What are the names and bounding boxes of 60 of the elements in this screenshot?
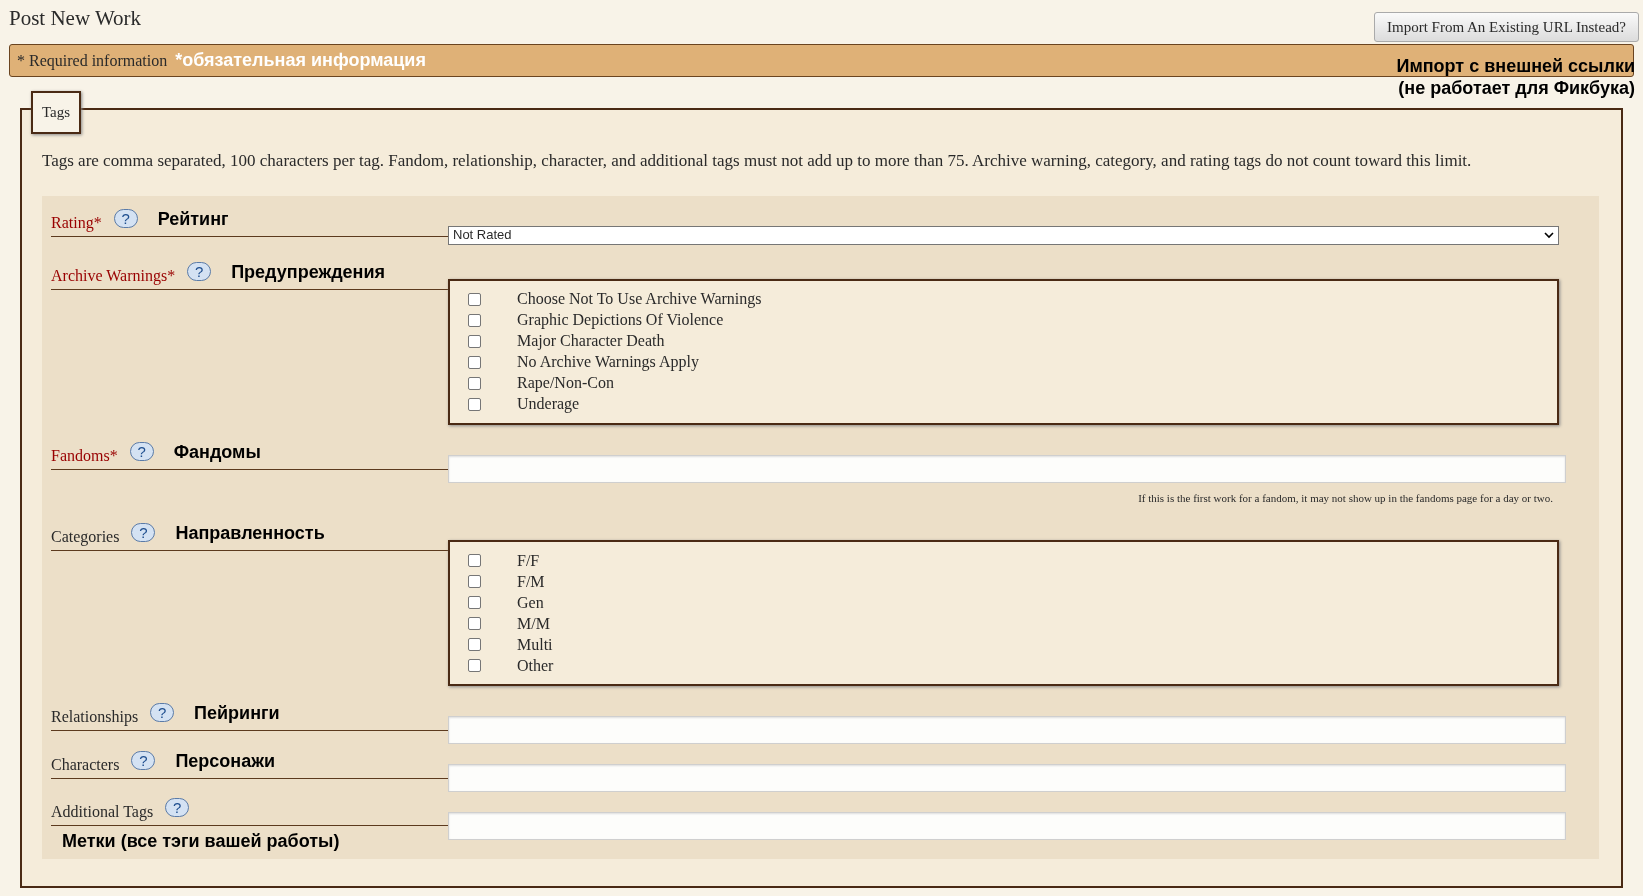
field-annotation: Пейринги — [194, 702, 280, 725]
checkbox-label: F/F — [517, 550, 540, 571]
help-button[interactable]: ? — [131, 523, 156, 542]
checkbox-label: Multi — [517, 634, 553, 655]
checkbox-label: Choose Not To Use Archive Warnings — [517, 289, 762, 310]
checkbox-label: Underage — [517, 394, 580, 415]
field-label: Archive Warnings* — [51, 265, 176, 287]
checkbox[interactable] — [468, 355, 481, 369]
field-annotation: Персонажи — [175, 750, 276, 773]
field-annotation: Рейтинг — [157, 207, 229, 231]
tag-input[interactable] — [448, 716, 1566, 744]
rating-select[interactable]: Not Rated — [448, 225, 1559, 245]
field-annotation: Направленность — [175, 522, 325, 545]
tag-input[interactable] — [448, 764, 1566, 792]
field-label: Characters — [51, 755, 120, 775]
field-annotation: Предупреждения — [231, 260, 386, 284]
field-annotation: Фандомы — [173, 440, 261, 464]
checkbox-label: M/M — [517, 613, 550, 634]
checkbox[interactable] — [468, 617, 481, 630]
checkbox-label: Major Character Death — [517, 331, 665, 352]
help-button[interactable]: ? — [150, 703, 175, 722]
checkbox[interactable] — [468, 659, 481, 672]
checkbox[interactable] — [468, 376, 481, 390]
field-label: Categories — [51, 527, 120, 548]
field-label: Relationships — [51, 707, 139, 728]
checkbox-label: Graphic Depictions Of Violence — [517, 310, 724, 331]
checkbox-label: No Archive Warnings Apply — [517, 352, 699, 373]
checkbox-label: Gen — [517, 592, 544, 613]
checkbox-label: F/M — [517, 571, 545, 592]
checkbox-label: Rape/Non-Con — [517, 373, 614, 394]
field-label: Rating* — [51, 212, 102, 234]
checkbox[interactable] — [468, 554, 481, 567]
checkbox[interactable] — [468, 313, 481, 327]
required-annotation: *обязательная информация — [175, 49, 426, 72]
import-annotation: (не работает для Фикбука) — [1398, 77, 1635, 99]
chevron-icon — [1544, 231, 1554, 239]
help-button[interactable]: ? — [129, 441, 154, 461]
checkbox[interactable] — [468, 334, 481, 348]
required-text: * Required information — [17, 50, 168, 72]
tag-input[interactable] — [448, 454, 1566, 483]
checkbox[interactable] — [468, 596, 481, 609]
field-label: Additional Tags — [51, 802, 154, 823]
legend: Tags — [31, 91, 82, 134]
page-title: Post New Work — [9, 5, 142, 32]
help-button[interactable]: ? — [165, 798, 190, 817]
import-button[interactable]: Import From An Existing URL Instead? — [1374, 12, 1639, 42]
field-label: Fandoms* — [51, 445, 118, 466]
intro-text: Tags are comma separated, 100 characters per tag. Fandom, relationship, character, and additional tags must not add up to more than 75. Archive warning, category, and rating tags do not count toward this limit. — [42, 150, 1473, 172]
import-annotation: Импорт с внешней ссылки — [1396, 55, 1635, 77]
checkbox-label: Other — [517, 655, 554, 676]
help-button[interactable]: ? — [187, 261, 212, 281]
checkbox[interactable] — [468, 397, 481, 411]
field-note: If this is the first work for a fandom, it may not show up in the fandoms page for a day or two. — [1137, 490, 1554, 506]
help-button[interactable]: ? — [113, 208, 138, 228]
checkbox[interactable] — [468, 638, 481, 651]
help-button[interactable]: ? — [131, 751, 156, 770]
tag-input[interactable] — [448, 812, 1566, 840]
checkbox[interactable] — [468, 292, 481, 306]
field-annotation: Метки (все тэги вашей работы) — [62, 830, 340, 853]
checkbox[interactable] — [468, 575, 481, 588]
